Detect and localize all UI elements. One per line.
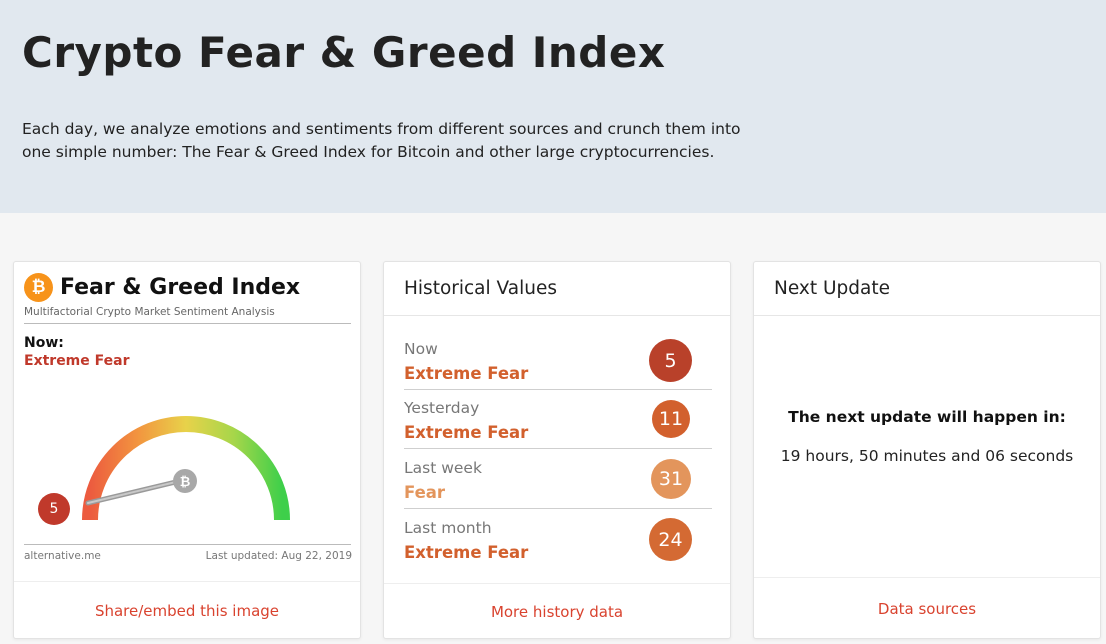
page-description: Each day, we analyze emotions and sentim… bbox=[22, 120, 741, 161]
gauge-subtitle: Multifactorial Crypto Market Sentiment A… bbox=[24, 306, 275, 318]
page-title: Crypto Fear & Greed Index bbox=[22, 28, 666, 77]
historical-title: Historical Values bbox=[384, 262, 730, 316]
history-period: Yesterday bbox=[404, 399, 480, 417]
divider bbox=[24, 323, 351, 324]
countdown-timer: 19 hours, 50 minutes and 06 seconds bbox=[780, 447, 1074, 465]
gauge-header: ₿ Fear & Greed Index bbox=[24, 272, 300, 302]
history-row: Yesterday Extreme Fear 11 bbox=[404, 389, 712, 449]
historical-values-card: Historical Values Now Extreme Fear 5 Yes… bbox=[383, 261, 731, 639]
next-update-card: Next Update The next update will happen … bbox=[753, 261, 1101, 639]
next-update-title: Next Update bbox=[754, 262, 1100, 316]
history-value-badge: 5 bbox=[649, 339, 692, 382]
history-label: Extreme Fear bbox=[404, 423, 529, 442]
history-label: Fear bbox=[404, 483, 446, 502]
now-label: Now: bbox=[24, 335, 64, 351]
history-label: Extreme Fear bbox=[404, 543, 529, 562]
site-credit: alternative.me bbox=[24, 550, 101, 562]
history-period: Last month bbox=[404, 519, 492, 537]
history-row: Last week Fear 31 bbox=[404, 449, 712, 509]
history-period: Last week bbox=[404, 459, 482, 477]
more-history-link[interactable]: More history data bbox=[384, 583, 730, 639]
history-label: Extreme Fear bbox=[404, 364, 529, 383]
history-row: Last month Extreme Fear 24 bbox=[404, 509, 712, 569]
svg-text:₿: ₿ bbox=[180, 475, 191, 490]
history-value-badge: 24 bbox=[649, 518, 692, 561]
history-period: Now bbox=[404, 340, 438, 358]
history-value-badge: 31 bbox=[651, 459, 691, 499]
share-embed-link[interactable]: Share/embed this image bbox=[14, 581, 360, 639]
gauge-value-badge: 5 bbox=[38, 493, 70, 525]
page-header: Crypto Fear & Greed Index Each day, we a… bbox=[0, 0, 1106, 213]
fear-greed-card: ₿ Fear & Greed Index Multifactorial Cryp… bbox=[13, 261, 361, 639]
gauge-title: Fear & Greed Index bbox=[60, 274, 301, 300]
history-row: Now Extreme Fear 5 bbox=[404, 330, 712, 390]
bitcoin-logo-icon: ₿ bbox=[24, 272, 53, 302]
last-updated: Last updated: Aug 22, 2019 bbox=[205, 550, 352, 562]
data-sources-link[interactable]: Data sources bbox=[754, 577, 1100, 639]
divider bbox=[24, 544, 351, 545]
next-update-heading: The next update will happen in: bbox=[788, 408, 1066, 426]
history-value-badge: 11 bbox=[652, 400, 690, 438]
